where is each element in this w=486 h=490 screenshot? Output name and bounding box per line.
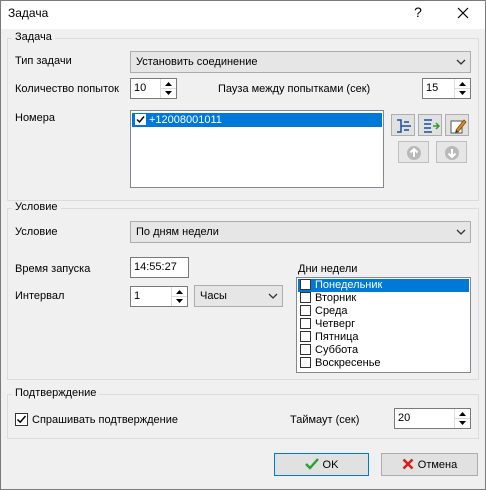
close-button[interactable] — [448, 0, 478, 26]
edit-number-icon — [450, 119, 467, 134]
start-time-value: 14:55:27 — [134, 261, 177, 273]
cancel-label: Отмена — [417, 459, 458, 471]
ok-label: OK — [322, 459, 339, 471]
move-down-icon — [445, 146, 459, 160]
move-up-icon — [407, 146, 421, 160]
cancel-x-icon — [402, 458, 414, 470]
import-numbers-button[interactable] — [418, 114, 442, 136]
attempts-spin-buttons[interactable] — [160, 79, 176, 98]
timeout-label: Таймаут (сек) — [290, 414, 360, 426]
condition-label: Условие — [15, 226, 58, 238]
list-item[interactable]: Пятница — [298, 331, 469, 344]
weekday-checkbox[interactable] — [300, 305, 311, 316]
spin-up-icon[interactable] — [455, 79, 470, 88]
attempts-value: 10 — [134, 82, 147, 94]
cancel-button-content: Отмена — [382, 458, 477, 471]
pause-spin-buttons[interactable] — [454, 79, 470, 98]
weekday-label: Среда — [315, 305, 348, 317]
help-button[interactable]: ? — [408, 4, 428, 20]
check-icon — [16, 415, 27, 424]
list-item[interactable]: +12008001011 — [132, 113, 382, 127]
spin-up-icon[interactable] — [161, 79, 176, 88]
weekday-checkbox[interactable] — [300, 357, 311, 368]
ask-confirm-box — [15, 413, 28, 426]
checkmark-icon — [304, 458, 319, 470]
list-item[interactable]: Суббота — [298, 344, 469, 357]
condition-group-label: Условие — [12, 201, 61, 213]
chevron-down-icon — [268, 293, 278, 299]
interval-spinbox[interactable]: 1 — [130, 286, 188, 307]
spin-down-icon[interactable] — [455, 88, 470, 97]
numbers-label: Номера — [15, 112, 55, 124]
weekdays-label: Дни недели — [298, 263, 358, 275]
condition-value: По дням недели — [136, 226, 219, 238]
interval-spin-buttons[interactable] — [171, 287, 187, 306]
spin-down-icon[interactable] — [161, 88, 176, 97]
weekday-label: Воскресенье — [315, 357, 381, 369]
edit-number-button[interactable] — [445, 114, 469, 136]
spin-down-icon[interactable] — [455, 418, 470, 427]
spin-up-icon[interactable] — [455, 409, 470, 418]
weekday-label: Суббота — [315, 344, 359, 356]
weekday-checkbox[interactable] — [300, 331, 311, 342]
move-down-button[interactable] — [436, 141, 467, 163]
start-time-field[interactable]: 14:55:27 — [130, 257, 189, 278]
weekday-checkbox[interactable] — [300, 279, 311, 290]
list-item[interactable]: Четверг — [298, 318, 469, 331]
import-numbers-icon — [424, 119, 440, 133]
spin-down-icon[interactable] — [172, 296, 187, 305]
timeout-spinbox[interactable]: 20 — [394, 408, 471, 429]
cancel-button[interactable]: Отмена — [381, 453, 478, 476]
weekday-label: Пятница — [315, 331, 359, 343]
chevron-down-icon — [456, 59, 466, 65]
window-title: Задача — [8, 6, 49, 20]
ask-confirm-label[interactable]: Спрашивать подтверждение — [32, 414, 178, 426]
interval-unit-select[interactable]: Часы — [194, 285, 283, 307]
weekday-checkbox[interactable] — [300, 344, 311, 355]
list-item[interactable]: Среда — [298, 305, 469, 318]
timeout-spin-buttons[interactable] — [454, 409, 470, 428]
numbers-list[interactable]: +12008001011 — [130, 110, 384, 188]
pause-spinbox[interactable]: 15 — [422, 78, 471, 99]
confirm-group-label: Подтверждение — [12, 387, 100, 399]
close-icon — [457, 7, 469, 19]
task-type-value: Установить соединение — [136, 56, 258, 68]
move-up-button[interactable] — [398, 141, 429, 163]
ok-button[interactable]: OK — [274, 453, 369, 476]
timeout-value: 20 — [398, 412, 411, 424]
weekday-label: Четверг — [315, 318, 356, 330]
check-icon — [136, 116, 145, 124]
number-checkbox[interactable] — [135, 114, 146, 125]
list-item[interactable]: Воскресенье — [298, 357, 469, 370]
task-type-select[interactable]: Установить соединение — [130, 51, 471, 73]
weekday-checkbox[interactable] — [300, 292, 311, 303]
weekdays-list[interactable]: Понедельник Вторник Среда Четверг Пятниц… — [296, 277, 471, 373]
attempts-label: Количество попыток — [15, 83, 119, 95]
weekday-label: Вторник — [315, 292, 357, 304]
interval-value: 1 — [134, 290, 141, 302]
condition-select[interactable]: По дням недели — [130, 221, 471, 243]
pause-label: Пауза между попытками (сек) — [218, 83, 371, 95]
ok-button-content: OK — [275, 458, 368, 471]
task-type-label: Тип задачи — [15, 55, 72, 67]
attempts-spinbox[interactable]: 10 — [130, 78, 177, 99]
pause-value: 15 — [426, 82, 439, 94]
weekday-label: Понедельник — [315, 279, 383, 291]
task-group-label: Задача — [12, 31, 55, 43]
add-number-button[interactable] — [391, 114, 415, 136]
start-time-label: Время запуска — [15, 263, 91, 275]
interval-label: Интервал — [15, 290, 65, 302]
list-item[interactable]: Вторник — [298, 292, 469, 305]
number-value: +12008001011 — [149, 114, 222, 126]
list-item[interactable]: Понедельник — [298, 279, 469, 292]
weekday-checkbox[interactable] — [300, 318, 311, 329]
spin-up-icon[interactable] — [172, 287, 187, 296]
ask-confirm-checkbox[interactable] — [15, 413, 28, 426]
add-number-icon — [397, 119, 411, 133]
interval-unit-value: Часы — [200, 290, 227, 302]
chevron-down-icon — [456, 229, 466, 235]
